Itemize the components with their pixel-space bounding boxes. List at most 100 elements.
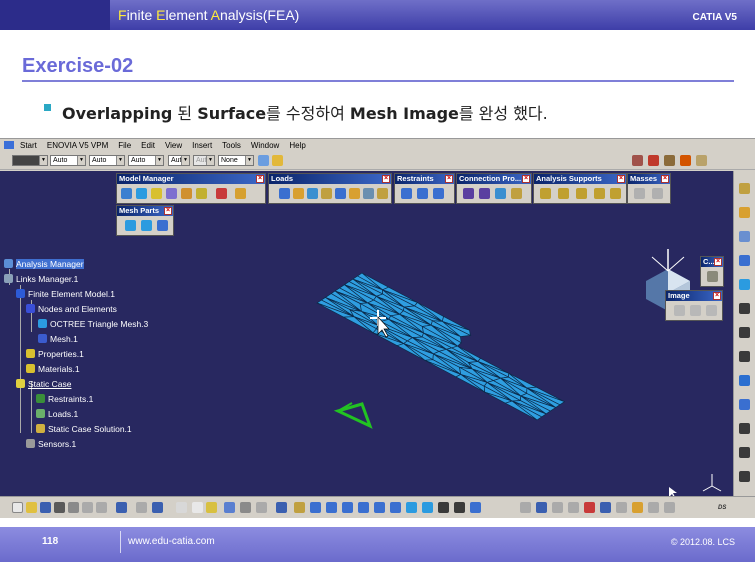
close-icon[interactable]: ×	[445, 175, 453, 183]
hand-icon[interactable]	[256, 502, 267, 513]
color-combo[interactable]: ▼	[12, 155, 48, 166]
rotate-icon[interactable]	[739, 255, 750, 266]
support-1-icon[interactable]	[540, 188, 551, 199]
swap-visible-icon[interactable]	[454, 502, 465, 513]
tree-node-fem[interactable]: Finite Element Model.1	[16, 289, 115, 299]
menu-view[interactable]: View	[160, 139, 187, 150]
menu-insert[interactable]: Insert	[187, 139, 217, 150]
analysis-icon-1[interactable]	[520, 502, 531, 513]
whats-this-icon[interactable]	[152, 502, 163, 513]
3d-viewport[interactable]: Analysis Manager Links Manager.1 Finite …	[0, 171, 733, 496]
tetra-mesh-icon[interactable]	[125, 220, 136, 231]
close-icon[interactable]: ×	[617, 175, 625, 183]
fit-all-icon[interactable]	[294, 502, 305, 513]
analysis-icon-10[interactable]	[664, 502, 675, 513]
redo-icon[interactable]	[136, 502, 147, 513]
check-icon[interactable]	[216, 188, 227, 199]
knowledge-icon[interactable]	[206, 502, 217, 513]
menu-window[interactable]: Window	[246, 139, 284, 150]
multi-view-bottom-icon[interactable]	[390, 502, 401, 513]
tree-node-solution[interactable]: Static Case Solution.1	[36, 424, 132, 434]
start-icon[interactable]	[4, 141, 14, 149]
displacement-icon[interactable]	[363, 188, 374, 199]
tree-node-sensors[interactable]: Sensors.1	[26, 439, 76, 449]
temperature-icon[interactable]	[377, 188, 388, 199]
pan-icon[interactable]	[739, 183, 750, 194]
beam-mesh-icon[interactable]	[157, 220, 168, 231]
menu-file[interactable]: File	[113, 139, 136, 150]
close-icon[interactable]: ×	[661, 175, 669, 183]
copy-icon[interactable]	[82, 502, 93, 513]
close-icon[interactable]: ×	[522, 175, 530, 183]
compute-icon[interactable]	[707, 271, 718, 282]
tree-node-properties[interactable]: Properties.1	[26, 349, 84, 359]
iso-view-icon[interactable]	[406, 502, 417, 513]
tree-node-nodes-elements[interactable]: Nodes and Elements	[26, 304, 117, 314]
pan-bottom-icon[interactable]	[310, 502, 321, 513]
bearing-icon[interactable]	[321, 188, 332, 199]
shell-property-icon[interactable]	[166, 188, 177, 199]
catalog-icon[interactable]	[240, 502, 251, 513]
normal-view-icon[interactable]	[739, 375, 750, 386]
material-icon[interactable]	[196, 188, 207, 199]
rotate-bottom-icon[interactable]	[326, 502, 337, 513]
tree-node-loads[interactable]: Loads.1	[36, 409, 78, 419]
open-icon[interactable]	[26, 502, 37, 513]
measure-icon[interactable]	[739, 423, 750, 434]
extra-icon[interactable]	[739, 471, 750, 482]
surface-mesh-icon[interactable]	[141, 220, 152, 231]
tree-node-mesh[interactable]: Mesh.1	[38, 334, 78, 344]
solid-property-icon[interactable]	[151, 188, 162, 199]
rotation-icon[interactable]	[349, 188, 360, 199]
rigid-connection-icon[interactable]	[511, 188, 522, 199]
table-icon[interactable]	[224, 502, 235, 513]
transparency-combo[interactable]: Auto ▼	[50, 155, 86, 166]
iso-static-icon[interactable]	[433, 188, 444, 199]
close-icon[interactable]: ×	[382, 175, 390, 183]
new-icon[interactable]	[12, 502, 23, 513]
format-painter-icon[interactable]	[258, 155, 269, 166]
zoom-out-icon[interactable]	[358, 502, 369, 513]
undo-icon[interactable]	[116, 502, 127, 513]
fastened-connection-icon[interactable]	[495, 188, 506, 199]
print-icon[interactable]	[54, 502, 65, 513]
support-3-icon[interactable]	[576, 188, 587, 199]
slider-icon[interactable]	[417, 188, 428, 199]
deformation-icon[interactable]	[674, 305, 685, 316]
force-icon[interactable]	[293, 188, 304, 199]
sphere-icon[interactable]	[235, 188, 246, 199]
point-type-combo[interactable]: Aut ▼	[168, 155, 190, 166]
animal-icon[interactable]	[632, 155, 643, 166]
zoom-icon[interactable]	[739, 231, 750, 242]
shading-icon[interactable]	[422, 502, 433, 513]
tree-node-materials[interactable]: Materials.1	[26, 364, 80, 374]
analysis-icon-2[interactable]	[536, 502, 547, 513]
tool-icon[interactable]	[664, 155, 675, 166]
layer-combo[interactable]: None ▼	[218, 155, 254, 166]
formula-icon[interactable]	[176, 502, 187, 513]
beam-property-icon[interactable]	[181, 188, 192, 199]
normal-icon[interactable]	[374, 502, 385, 513]
paste-icon[interactable]	[96, 502, 107, 513]
support-4-icon[interactable]	[594, 188, 605, 199]
analysis-icon-4[interactable]	[568, 502, 579, 513]
analysis-icon-6[interactable]	[600, 502, 611, 513]
mesh-icon[interactable]	[121, 188, 132, 199]
tree-node-static-case[interactable]: Static Case	[16, 379, 71, 389]
render-icon[interactable]	[739, 303, 750, 314]
tree-node-restraints[interactable]: Restraints.1	[36, 394, 93, 404]
slider-connection-icon[interactable]	[463, 188, 474, 199]
close-icon[interactable]: ×	[164, 207, 172, 215]
cut-icon[interactable]	[68, 502, 79, 513]
acceleration-icon[interactable]	[335, 188, 346, 199]
von-mises-icon[interactable]	[690, 305, 701, 316]
moment-icon[interactable]	[307, 188, 318, 199]
swap-icon[interactable]	[739, 351, 750, 362]
save-icon[interactable]	[40, 502, 51, 513]
tree-node-octree-mesh[interactable]: OCTREE Triangle Mesh.3	[38, 319, 148, 329]
close-icon[interactable]: ×	[714, 258, 722, 266]
menu-enovia[interactable]: ENOVIA V5 VPM	[42, 139, 113, 150]
analysis-icon-5[interactable]	[584, 502, 595, 513]
comment-icon[interactable]	[192, 502, 203, 513]
contact-connection-icon[interactable]	[479, 188, 490, 199]
